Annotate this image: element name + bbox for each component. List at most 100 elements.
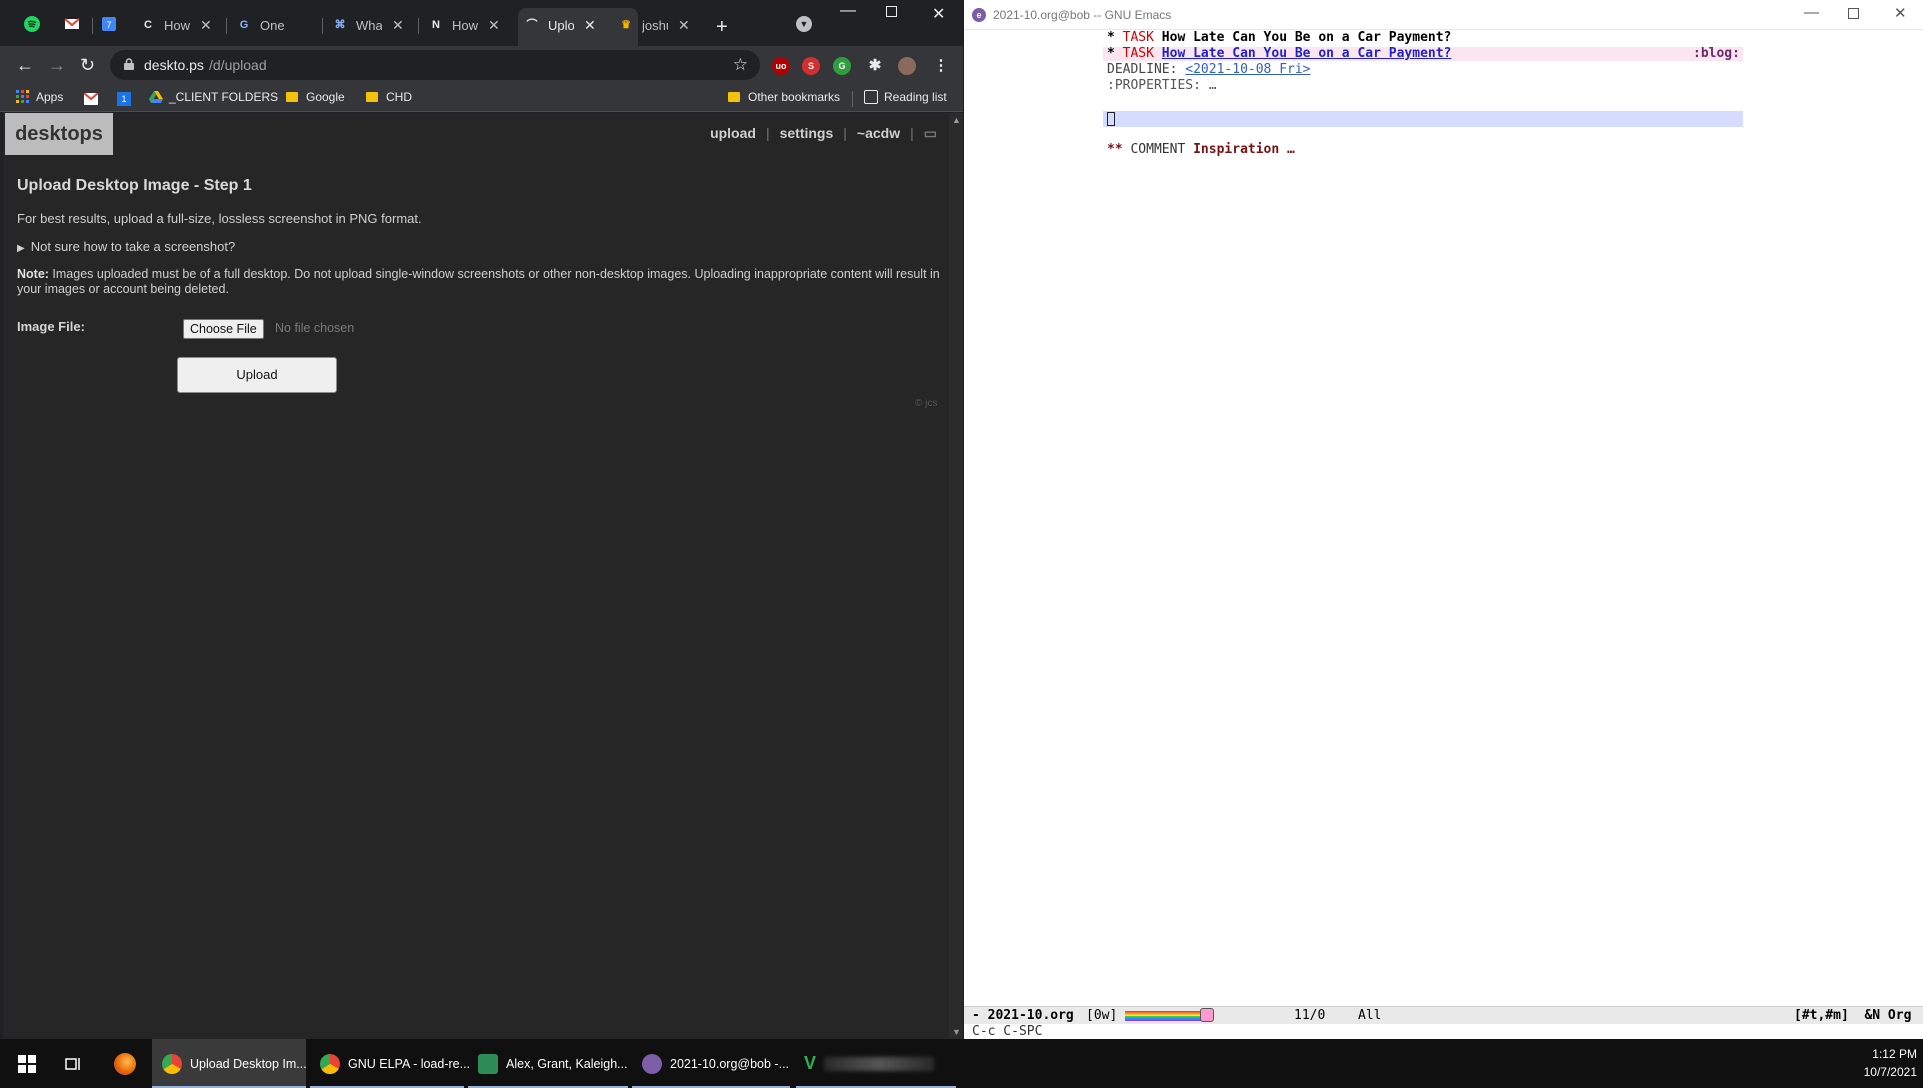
system-clock[interactable]: 1:12 PM 10/7/2021 bbox=[1864, 1045, 1917, 1081]
line-position: 11/0 bbox=[1294, 1008, 1326, 1023]
clock-time: 1:12 PM bbox=[1872, 1047, 1917, 1061]
close-window-button[interactable]: ✕ bbox=[1894, 4, 1907, 22]
intro-text: For best results, upload a full-size, lo… bbox=[17, 211, 422, 226]
nerdwallet-icon: N bbox=[432, 19, 440, 31]
close-icon[interactable]: ✕ bbox=[584, 17, 596, 34]
folder-icon bbox=[286, 92, 298, 102]
maximize-button[interactable] bbox=[886, 6, 897, 17]
org-heading-1[interactable]: * TASK How Late Can You Be on a Car Paym… bbox=[1107, 30, 1451, 46]
bookmark-apps[interactable]: Apps bbox=[16, 90, 63, 104]
properties-drawer[interactable]: :PROPERTIES: … bbox=[1107, 78, 1217, 94]
upload-button[interactable]: Upload bbox=[177, 357, 337, 393]
address-bar[interactable]: deskto.ps /d/upload ☆ bbox=[110, 50, 760, 80]
close-icon[interactable]: ✕ bbox=[392, 17, 404, 34]
screenshot-help-toggle[interactable]: ▶ Not sure how to take a screenshot? bbox=[17, 239, 235, 254]
menu-kebab-icon[interactable]: ⋮ bbox=[932, 57, 950, 75]
site-logo[interactable]: desktops bbox=[5, 113, 113, 155]
choose-file-button[interactable]: Choose File bbox=[183, 319, 264, 339]
deskto-ps-icon: ⌒ bbox=[526, 19, 538, 31]
minimize-button[interactable]: — bbox=[1804, 4, 1819, 21]
tab-search-icon[interactable]: ▼ bbox=[796, 16, 812, 32]
taskbar-app-emacs[interactable]: 2021-10.org@bob -... bbox=[632, 1039, 790, 1088]
emacs-icon: e bbox=[972, 8, 986, 22]
scroll-down-icon[interactable]: ▼ bbox=[952, 1027, 961, 1037]
tab-6[interactable]: ♛ joshu ✕ bbox=[618, 12, 690, 38]
gmail-icon[interactable] bbox=[64, 16, 80, 32]
task-view-icon[interactable] bbox=[64, 1055, 82, 1073]
bookmark-client-folders[interactable]: _CLIENT FOLDERS bbox=[149, 90, 278, 104]
todo-keyword: TASK bbox=[1122, 46, 1154, 61]
maximize-button[interactable] bbox=[1848, 8, 1859, 19]
bookmark-label: Google bbox=[306, 90, 345, 104]
taskbar-app-blurred[interactable]: V bbox=[796, 1039, 956, 1088]
nav-settings-link[interactable]: settings bbox=[780, 125, 834, 142]
bookmark-google[interactable]: Google bbox=[286, 90, 345, 104]
taskbar-app-chat[interactable]: Alex, Grant, Kaleigh... bbox=[468, 1039, 628, 1088]
emacs-window: e 2021-10.org@bob -- GNU Emacs — ✕ * TAS… bbox=[964, 0, 1923, 1039]
taskbar-app-chrome-elpa[interactable]: GNU ELPA - load-re... bbox=[310, 1039, 470, 1088]
page-scrollbar[interactable]: ▲ ▼ bbox=[949, 113, 963, 1039]
scroll-up-icon[interactable]: ▲ bbox=[952, 115, 961, 125]
gmail-icon[interactable] bbox=[84, 93, 98, 105]
logout-icon[interactable]: ▭ bbox=[924, 125, 937, 142]
tab-4[interactable]: N How t ✕ bbox=[428, 12, 500, 38]
calendar-icon[interactable]: 1 bbox=[117, 92, 131, 106]
taskbar-app-label: 2021-10.org@bob -... bbox=[670, 1056, 790, 1071]
scroll-position: All bbox=[1358, 1008, 1382, 1023]
deadline-line: DEADLINE: <2021-10-08 Fri> bbox=[1107, 62, 1311, 78]
bookmark-label: _CLIENT FOLDERS bbox=[169, 90, 279, 104]
reading-list[interactable]: Reading list bbox=[864, 90, 947, 104]
close-icon[interactable]: ✕ bbox=[200, 17, 212, 34]
heading-link[interactable]: How Late Can You Be on a Car Payment? bbox=[1162, 46, 1452, 61]
taskbar-app-chrome-upload[interactable]: Upload Desktop Im... bbox=[152, 1039, 307, 1088]
ublock-icon[interactable]: uo bbox=[772, 57, 790, 75]
back-arrow-icon[interactable]: ← bbox=[16, 56, 34, 74]
grammarly-icon[interactable]: G bbox=[833, 57, 851, 75]
tab-3[interactable]: ⌘ What ✕ bbox=[332, 12, 404, 38]
folder-icon bbox=[728, 92, 740, 102]
org-heading-comment[interactable]: ** COMMENT Inspiration … bbox=[1107, 142, 1295, 158]
puzzle-icon[interactable]: ✱ bbox=[866, 57, 884, 75]
calendar-icon[interactable]: 7 bbox=[101, 16, 117, 32]
disclosure-triangle-icon: ▶ bbox=[17, 243, 25, 254]
taskbar: Upload Desktop Im... GNU ELPA - load-re.… bbox=[0, 1039, 1923, 1088]
close-icon[interactable]: ✕ bbox=[488, 17, 500, 34]
org-heading-2[interactable]: * TASK How Late Can You Be on a Car Paym… bbox=[1107, 46, 1451, 62]
tab-1[interactable]: C How t ✕ bbox=[140, 12, 212, 38]
folder-icon bbox=[366, 92, 378, 102]
bookmark-other[interactable]: Other bookmarks bbox=[728, 90, 840, 104]
reload-icon[interactable]: ↻ bbox=[80, 56, 95, 74]
bookmark-chd[interactable]: CHD bbox=[366, 90, 412, 104]
tab-5[interactable]: ⌒ Uploa ✕ bbox=[524, 12, 596, 38]
tab-strip: 7 C How t ✕ G One li ⌘ What ✕ N How t ✕ bbox=[0, 0, 963, 50]
drive-icon bbox=[149, 91, 163, 103]
echo-text: C-c C-SPC bbox=[972, 1024, 1043, 1039]
windows-start-icon[interactable] bbox=[18, 1055, 36, 1073]
nav-user-link[interactable]: ~acdw bbox=[857, 125, 900, 142]
org-buffer[interactable]: * TASK How Late Can You Be on a Car Paym… bbox=[964, 30, 1923, 1010]
avatar[interactable] bbox=[898, 57, 916, 75]
forward-arrow-icon[interactable]: → bbox=[48, 56, 66, 74]
tab-title: How t bbox=[164, 17, 190, 33]
mode-line: - 2021-10.org [0w] 11/0 All [#t,#m] &N O… bbox=[964, 1006, 1923, 1024]
tab-2[interactable]: G One li bbox=[236, 12, 286, 38]
url-path: /d/upload bbox=[209, 57, 267, 73]
spotify-icon[interactable] bbox=[24, 16, 40, 32]
no-file-chosen-text: No file chosen bbox=[275, 321, 355, 335]
nav-upload-link[interactable]: upload bbox=[710, 125, 756, 142]
chrome-icon bbox=[162, 1053, 182, 1074]
close-icon[interactable]: ✕ bbox=[678, 17, 690, 34]
firefox-icon[interactable] bbox=[114, 1053, 136, 1075]
extension-icon[interactable]: S bbox=[802, 57, 820, 75]
minimize-button[interactable]: — bbox=[840, 2, 856, 20]
tab-title: joshu bbox=[642, 17, 668, 33]
close-window-button[interactable]: ✕ bbox=[932, 4, 945, 24]
chrome-icon bbox=[320, 1053, 340, 1074]
taskbar-app-label: Upload Desktop Im... bbox=[190, 1056, 307, 1071]
heading-text: Inspiration … bbox=[1193, 142, 1295, 157]
bookmark-label: Other bookmarks bbox=[748, 90, 841, 104]
google-icon: G bbox=[239, 19, 249, 31]
new-tab-button[interactable]: + bbox=[716, 16, 728, 39]
deadline-date[interactable]: <2021-10-08 Fri> bbox=[1185, 62, 1310, 77]
bookmark-star-icon[interactable]: ☆ bbox=[733, 55, 748, 75]
